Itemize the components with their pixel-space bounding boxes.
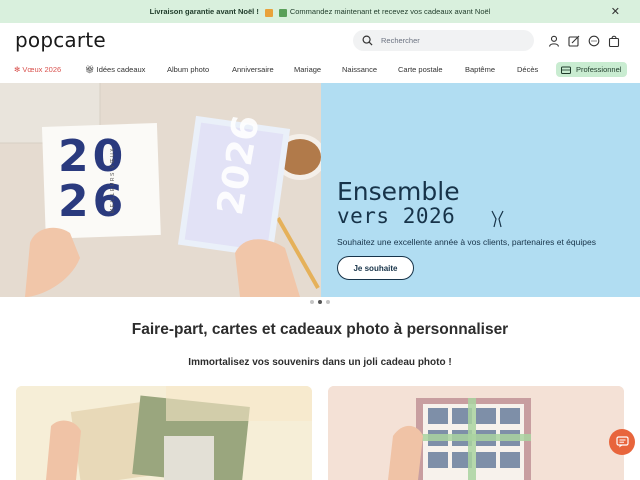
banner-text: Commandez maintenant et recevez vos cade… (289, 7, 491, 16)
close-icon[interactable]: ✕ (611, 5, 620, 18)
hero-content: Ensemble vers 2026 Souhaitez une excelle… (321, 83, 640, 297)
tree-icon (278, 8, 287, 17)
banner-bold-text: Livraison garantie avant Noël ! (149, 7, 259, 16)
gift-icon (264, 8, 273, 17)
snowflake-icon: ✻ (14, 65, 21, 74)
page-title: Faire-part, cartes et cadeaux photo à pe… (131, 321, 509, 338)
chat-button[interactable] (609, 429, 635, 455)
product-card-album[interactable] (16, 386, 312, 480)
edit-icon[interactable] (568, 34, 580, 47)
nav-item-idees-cadeaux[interactable]: 🎁︎ Idées cadeaux (85, 65, 145, 74)
hero-illustration (0, 83, 321, 297)
nav-item-carte-postale[interactable]: Carte postale (398, 65, 443, 74)
photo-frame-image (328, 386, 624, 480)
search-bar[interactable] (353, 30, 534, 51)
nav-item-naissance[interactable]: Naissance (342, 65, 377, 74)
search-icon (362, 35, 373, 46)
hero-carousel[interactable]: 20 26 MEILLEURS VŒUX 2026 Ensemble vers … (0, 83, 640, 297)
carousel-dot-active[interactable] (318, 300, 322, 304)
site-header: popcarte (0, 23, 640, 60)
bag-icon[interactable] (608, 34, 620, 48)
hero-heading-line2: vers 2026 (337, 204, 456, 228)
je-souhaite-button[interactable]: Je souhaite (337, 256, 414, 280)
card-caption: MEILLEURS VŒUX (110, 146, 116, 213)
product-card-cadre[interactable] (328, 386, 624, 480)
hero-heading-line1: Ensemble (337, 177, 460, 206)
chat-bubble-icon (615, 436, 629, 448)
promo-banner: Livraison garantie avant Noël ! Commande… (0, 0, 640, 23)
user-icon[interactable] (548, 34, 560, 47)
carousel-dots (310, 300, 330, 304)
logo[interactable]: popcarte (15, 28, 106, 52)
search-input[interactable] (381, 36, 521, 45)
album-photo-image (16, 386, 312, 480)
nav-item-label: Vœux 2026 (22, 65, 62, 74)
nav-item-deces[interactable]: Décès (517, 65, 538, 74)
hero-subtitle: Souhaitez une excellente année à vos cli… (337, 237, 596, 247)
card-year-top: 20 (58, 131, 128, 182)
hero-image: 20 26 MEILLEURS VŒUX 2026 (0, 83, 321, 297)
card-year-bottom: 26 (58, 176, 128, 227)
section-subtitle: Immortalisez vos souvenirs dans un joli … (188, 357, 452, 368)
main-nav: ✻ Vœux 2026 🎁︎ Idées cadeaux Album photo… (0, 60, 640, 82)
chat-icon[interactable] (588, 34, 600, 47)
nav-item-professionnel[interactable]: Professionnel (556, 62, 628, 77)
nav-item-voeux[interactable]: ✻ Vœux 2026 (14, 65, 61, 74)
nav-item-label: Idées cadeaux (96, 65, 146, 74)
nav-item-mariage[interactable]: Mariage (294, 65, 321, 74)
briefcase-icon (561, 66, 571, 74)
nav-item-album-photo[interactable]: Album photo (167, 65, 209, 74)
carousel-dot[interactable] (326, 300, 330, 304)
gift-icon: 🎁︎ (85, 65, 95, 74)
champagne-icon (491, 210, 504, 228)
nav-item-bapteme[interactable]: Baptême (465, 65, 495, 74)
nav-item-anniversaire[interactable]: Anniversaire (232, 65, 274, 74)
nav-item-label: Professionnel (576, 65, 622, 74)
carousel-dot[interactable] (310, 300, 314, 304)
header-icons (548, 34, 620, 48)
